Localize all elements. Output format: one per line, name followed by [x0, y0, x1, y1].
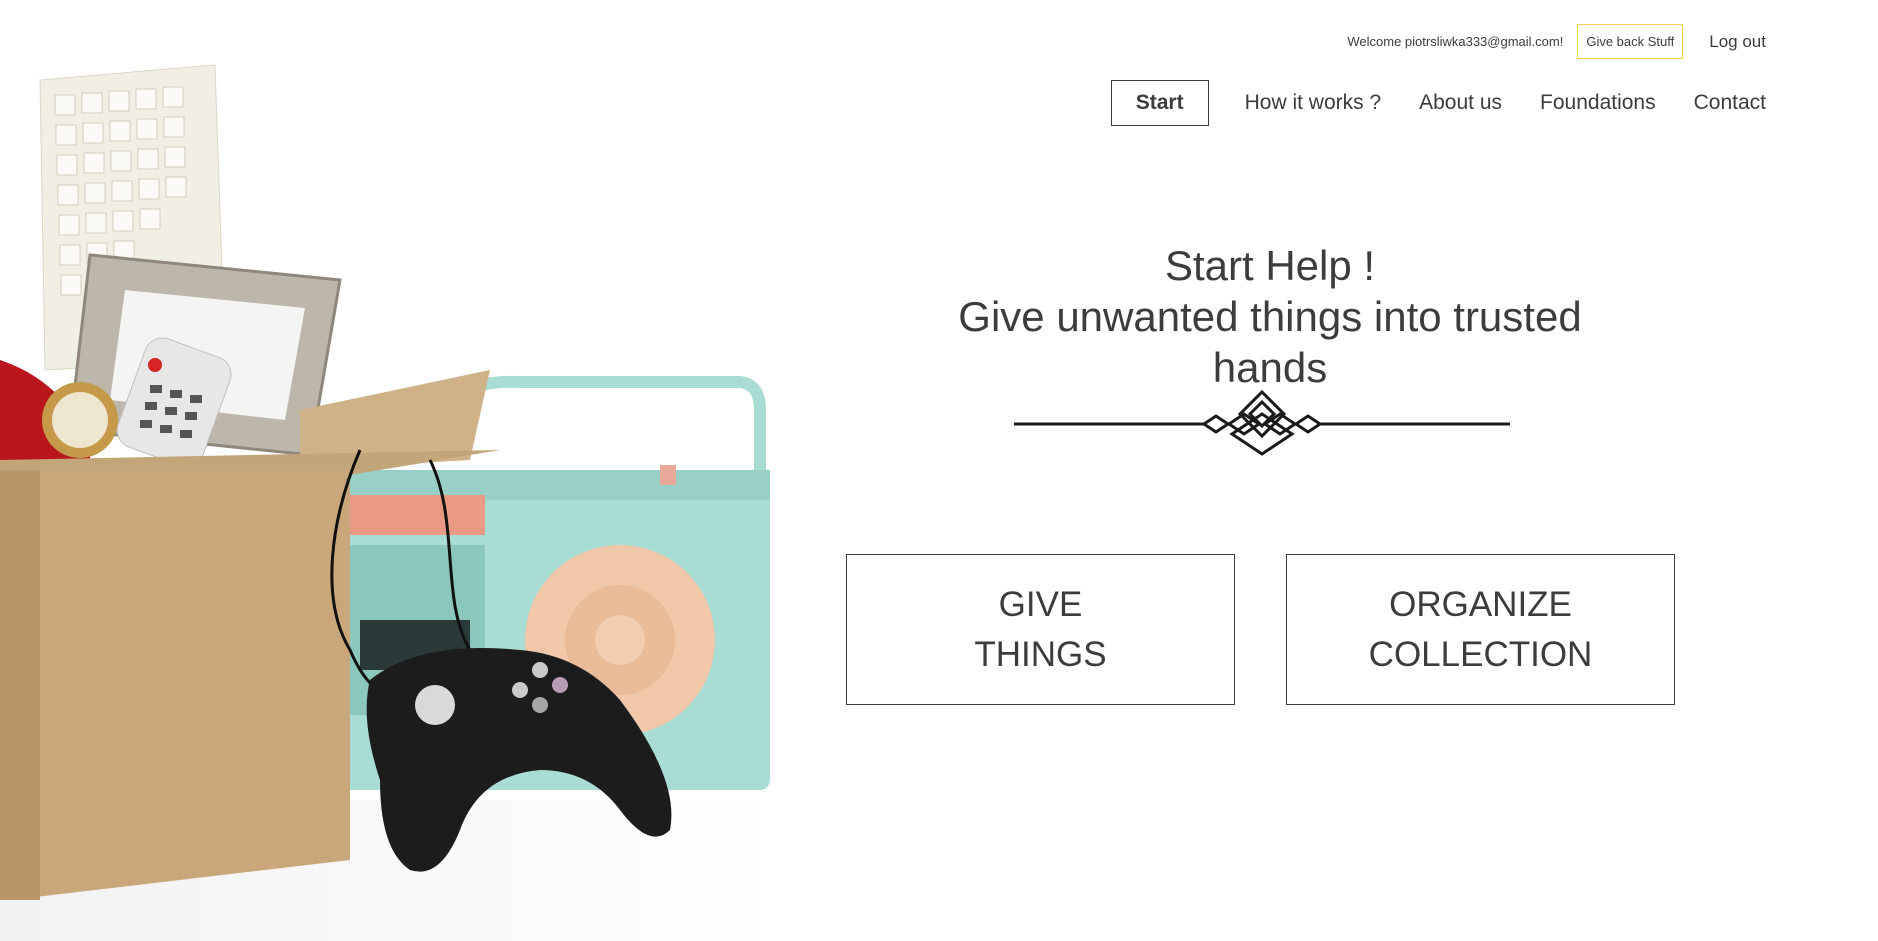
nav-item-about-us[interactable]: About us	[1419, 91, 1502, 115]
cta-row: GIVE THINGS ORGANIZE COLLECTION	[846, 554, 1675, 705]
hero-title: Start Help !	[1164, 242, 1376, 289]
organize-collection-line2: COLLECTION	[1368, 634, 1593, 674]
main-nav: Start How it works ? About us Foundation…	[1110, 80, 1766, 126]
nav-item-contact[interactable]: Contact	[1694, 91, 1766, 115]
account-bar: Welcome piotrsliwka333@gmail.com! Give b…	[1347, 24, 1766, 59]
hero-photo	[0, 0, 780, 941]
give-things-line2: THINGS	[974, 634, 1107, 674]
ornamental-divider-icon	[1014, 388, 1510, 458]
organize-collection-line1: ORGANIZE	[1389, 584, 1572, 624]
give-things-button[interactable]: GIVE THINGS	[846, 554, 1235, 705]
organize-collection-button[interactable]: ORGANIZE COLLECTION	[1286, 554, 1675, 705]
nav-item-start[interactable]: Start	[1110, 80, 1209, 126]
donation-box-photo	[0, 64, 780, 941]
welcome-message: Welcome piotrsliwka333@gmail.com!	[1347, 34, 1564, 49]
give-back-stuff-button[interactable]: Give back Stuff	[1577, 24, 1684, 59]
hero-subtitle: Give unwanted things into trusted hands	[958, 293, 1582, 391]
give-things-line1: GIVE	[998, 584, 1083, 624]
nav-item-how-it-works[interactable]: How it works ?	[1245, 91, 1382, 115]
nav-item-foundations[interactable]: Foundations	[1540, 91, 1656, 115]
hero-text: Start Help ! Give unwanted things into t…	[898, 240, 1642, 393]
logout-link[interactable]: Log out	[1709, 32, 1766, 52]
